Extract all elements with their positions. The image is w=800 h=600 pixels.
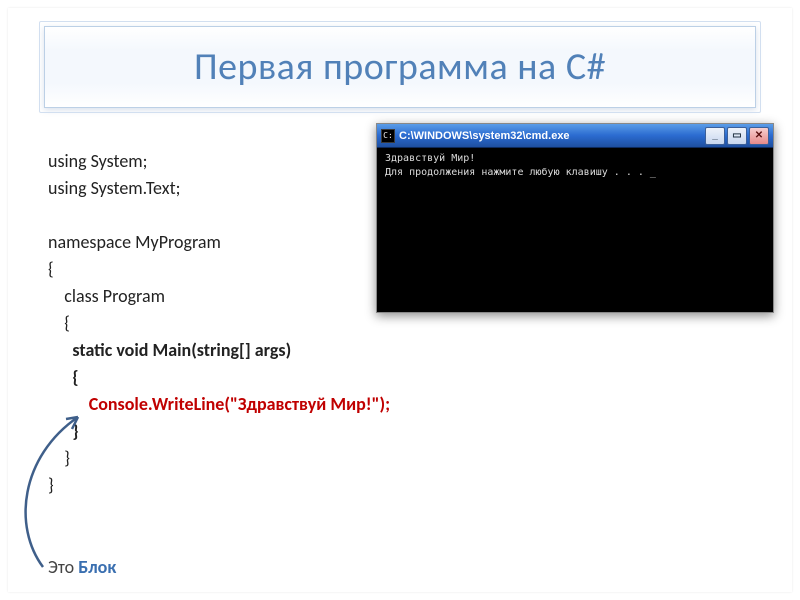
code-line: class Program: [48, 285, 165, 307]
code-line-highlight: Console.WriteLine("Здравствуй Мир!");: [48, 393, 390, 415]
minimize-button[interactable]: _: [705, 127, 725, 145]
code-line: {: [48, 312, 70, 334]
slide-content: Первая программа на С# using System; usi…: [8, 8, 792, 592]
code-listing: using System; using System.Text; namespa…: [48, 148, 390, 499]
slide-title-box: Первая программа на С#: [44, 26, 756, 108]
console-line: Здравствуй Мир!: [385, 153, 475, 164]
footer-note: Это Блок: [48, 556, 116, 578]
code-line: using System;: [48, 150, 147, 172]
footer-keyword: Блок: [78, 556, 116, 578]
code-line: namespace MyProgram: [48, 231, 221, 253]
code-line: }: [48, 474, 54, 496]
code-line: }: [48, 420, 79, 442]
console-line: Для продолжения нажмите любую клавишу . …: [385, 167, 656, 178]
code-line-main: static void Main(string[] args): [48, 339, 291, 361]
code-line: }: [48, 447, 70, 469]
code-line: {: [48, 366, 79, 388]
cmd-icon: C:: [381, 129, 395, 143]
code-line: {: [48, 258, 54, 280]
console-window: C: C:\WINDOWS\system32\cmd.exe _ ▭ ✕ Здр…: [376, 123, 774, 313]
console-title: C:\WINDOWS\system32\cmd.exe: [399, 130, 705, 142]
window-controls: _ ▭ ✕: [705, 127, 769, 145]
console-output: Здравствуй Мир! Для продолжения нажмите …: [379, 148, 771, 310]
console-titlebar: C: C:\WINDOWS\system32\cmd.exe _ ▭ ✕: [377, 124, 773, 148]
code-line: using System.Text;: [48, 177, 180, 199]
slide-title: Первая программа на С#: [194, 44, 606, 90]
close-button[interactable]: ✕: [749, 127, 769, 145]
footer-text: Это: [48, 556, 78, 578]
maximize-button[interactable]: ▭: [727, 127, 747, 145]
